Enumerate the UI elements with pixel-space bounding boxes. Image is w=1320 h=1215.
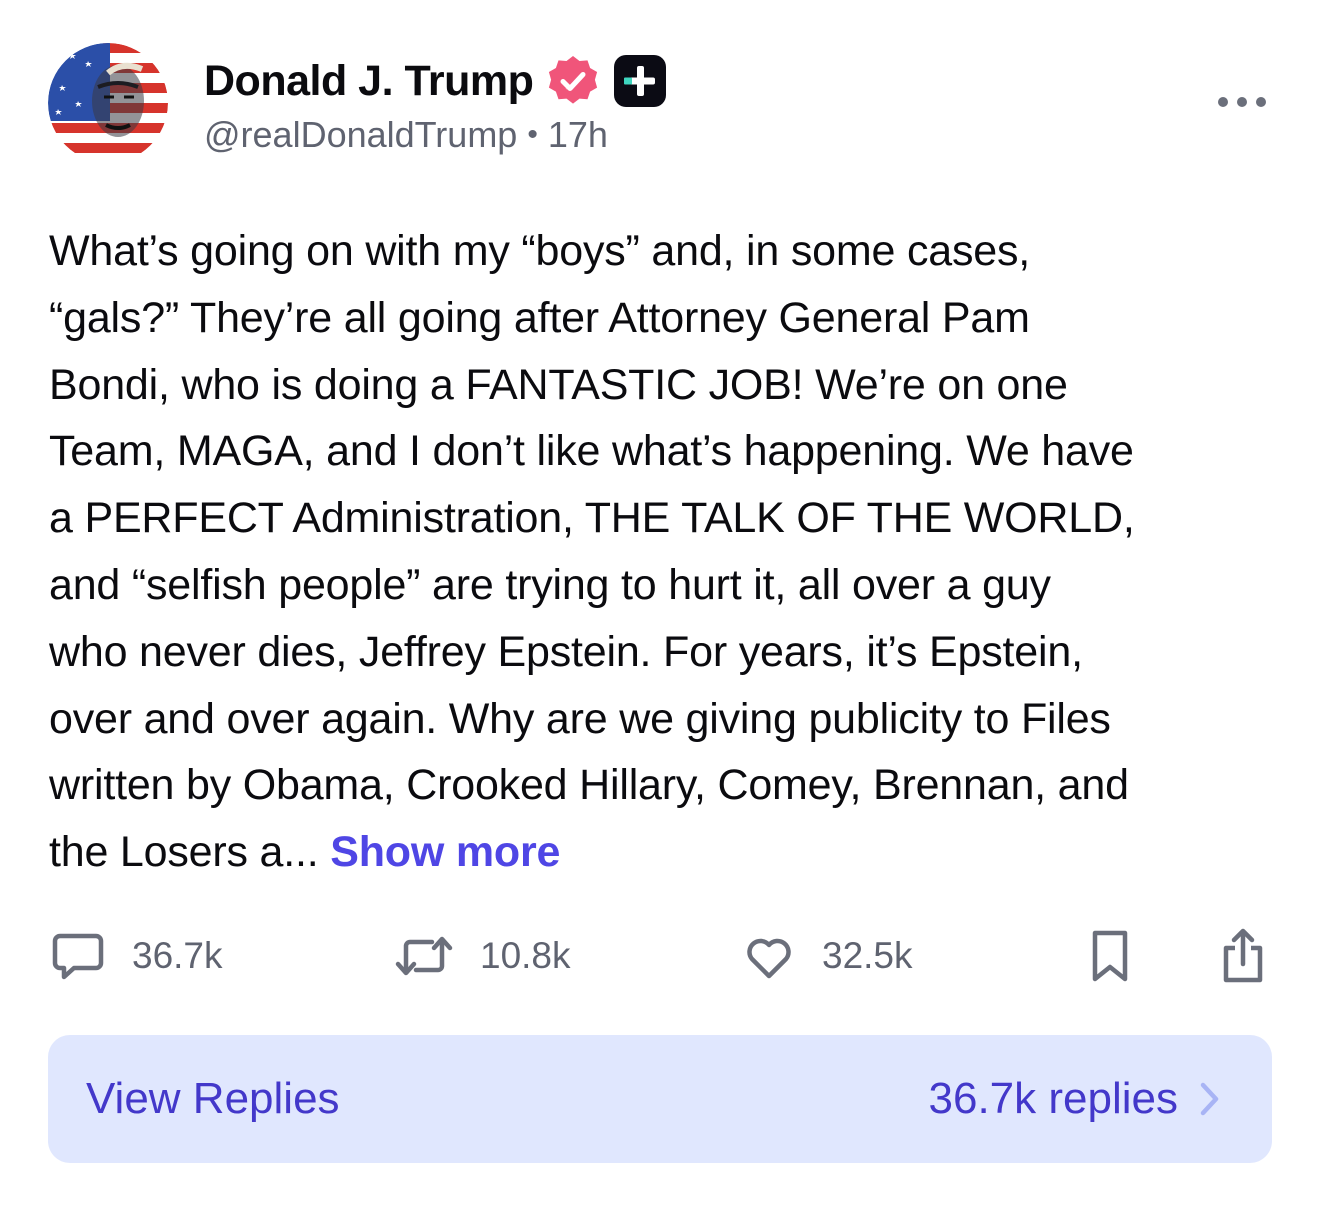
more-dots-icon <box>1218 97 1266 107</box>
share-icon <box>1223 928 1263 983</box>
post-text-line: who never dies, Jeffrey Epstein. For yea… <box>49 627 1083 676</box>
verified-badge-icon <box>545 53 601 109</box>
post-text-truncated: the Losers a... <box>49 828 319 877</box>
like-button[interactable]: 32.5k <box>742 924 913 988</box>
repost-icon <box>395 936 453 976</box>
post-text-line: Bondi, who is doing a FANTASTIC JOB! We’… <box>49 360 1068 409</box>
author-handle[interactable]: @realDonaldTrump <box>204 114 517 156</box>
share-button[interactable] <box>1220 924 1266 988</box>
author-name[interactable]: Donald J. Trump <box>204 57 534 106</box>
plus-badge-icon <box>613 54 667 108</box>
more-options-button[interactable] <box>1212 84 1272 120</box>
bookmark-button[interactable] <box>1088 924 1132 988</box>
replies-count: 36.7k replies <box>928 1074 1178 1123</box>
comment-icon <box>52 933 104 980</box>
heart-icon <box>747 938 791 979</box>
repost-button[interactable]: 10.8k <box>394 924 571 988</box>
view-replies-button[interactable]: View Replies 36.7k replies <box>48 1035 1272 1163</box>
reply-button[interactable]: 36.7k <box>50 924 223 988</box>
post-text-line: over and over again. Why are we giving p… <box>49 694 1111 743</box>
post-text-line: “gals?” They’re all going after Attorney… <box>49 293 1030 342</box>
post-text-line: a PERFECT Administration, THE TALK OF TH… <box>49 494 1135 543</box>
like-count: 32.5k <box>822 935 913 976</box>
chevron-right-icon <box>1200 1082 1219 1116</box>
post-text-line: and “selfish people” are trying to hurt … <box>49 560 1051 609</box>
post-timestamp[interactable]: 17h <box>548 114 608 156</box>
post-text-last-line: the Losers a... Show more <box>49 819 1289 886</box>
post-text: What’s going on with my “boys” and, in s… <box>49 218 1289 886</box>
show-more-link[interactable]: Show more <box>330 828 560 876</box>
avatar[interactable] <box>48 43 168 163</box>
replies-summary: 36.7k replies <box>929 1074 1222 1124</box>
repost-count: 10.8k <box>480 935 571 976</box>
post-card: Donald J. Trump @realDonaldTrump • 17h W… <box>0 0 1320 1215</box>
meta-separator: • <box>527 118 538 151</box>
reply-count: 36.7k <box>132 935 223 976</box>
post-text-line: written by Obama, Crooked Hillary, Comey… <box>49 761 1129 810</box>
author-name-row: Donald J. Trump <box>204 52 667 110</box>
bookmark-icon <box>1092 930 1128 982</box>
avatar-image <box>48 43 168 163</box>
post-text-line: What’s going on with my “boys” and, in s… <box>49 227 1031 275</box>
view-replies-label: View Replies <box>86 1074 340 1123</box>
author-meta: @realDonaldTrump • 17h <box>204 114 608 156</box>
action-bar: 36.7k 10.8k 32.5k <box>48 924 1272 988</box>
post-text-line: Team, MAGA, and I don’t like what’s happ… <box>49 427 1134 476</box>
